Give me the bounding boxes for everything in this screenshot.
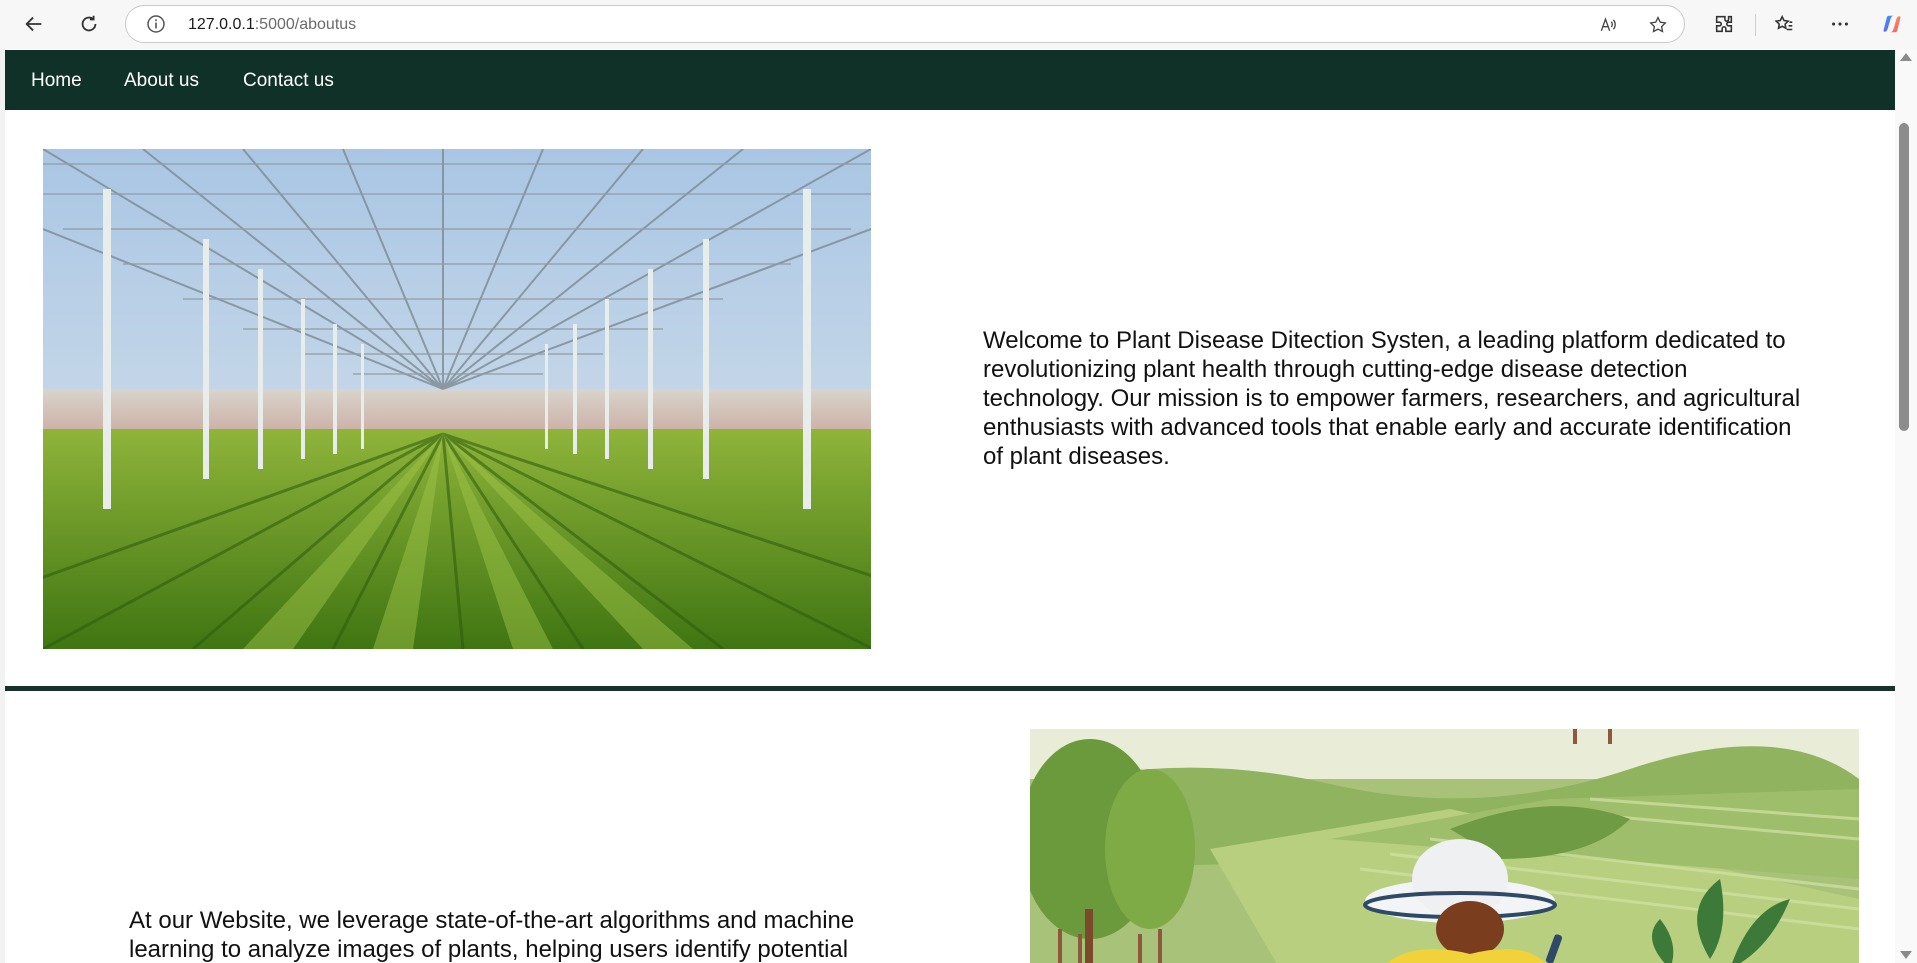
page-viewport: Home About us Contact us Welcome to Plan… (0, 49, 1917, 963)
url-host: 127.0.0.1 (188, 16, 255, 33)
url-text[interactable]: 127.0.0.1:5000/aboutus (188, 16, 356, 34)
read-aloud-icon[interactable] (1596, 13, 1620, 37)
scroll-up-arrow-icon[interactable] (1900, 53, 1912, 61)
nav-home-link[interactable]: Home (31, 70, 82, 92)
site-info-icon[interactable] (146, 14, 166, 34)
farmer-illustration-image (1030, 729, 1859, 963)
top-navbar: Home About us Contact us (5, 50, 1895, 110)
extensions-icon[interactable] (1706, 6, 1742, 42)
scrollbar-thumb[interactable] (1899, 123, 1909, 431)
toolbar-separator (1755, 14, 1756, 36)
back-arrow-icon[interactable] (16, 6, 52, 42)
greenhouse-image (43, 149, 871, 649)
url-path: :5000/aboutus (254, 16, 357, 33)
browser-toolbar: 127.0.0.1:5000/aboutus (0, 0, 1917, 49)
address-bar[interactable]: 127.0.0.1:5000/aboutus (125, 5, 1685, 43)
intro-paragraph: Welcome to Plant Disease Ditection Syste… (983, 327, 1801, 470)
vertical-scrollbar[interactable] (1895, 49, 1917, 963)
favorites-icon[interactable] (1766, 6, 1802, 42)
technology-paragraph: At our Website, we leverage state-of-the… (129, 907, 855, 963)
section-divider (5, 686, 1895, 691)
favorite-star-icon[interactable] (1646, 13, 1670, 37)
scroll-down-arrow-icon[interactable] (1900, 951, 1912, 959)
nav-about-link[interactable]: About us (124, 70, 199, 92)
refresh-icon[interactable] (71, 6, 107, 42)
nav-contact-link[interactable]: Contact us (243, 70, 334, 92)
more-menu-icon[interactable] (1822, 6, 1858, 42)
copilot-icon[interactable] (1874, 6, 1910, 42)
page-left-edge (0, 49, 5, 963)
